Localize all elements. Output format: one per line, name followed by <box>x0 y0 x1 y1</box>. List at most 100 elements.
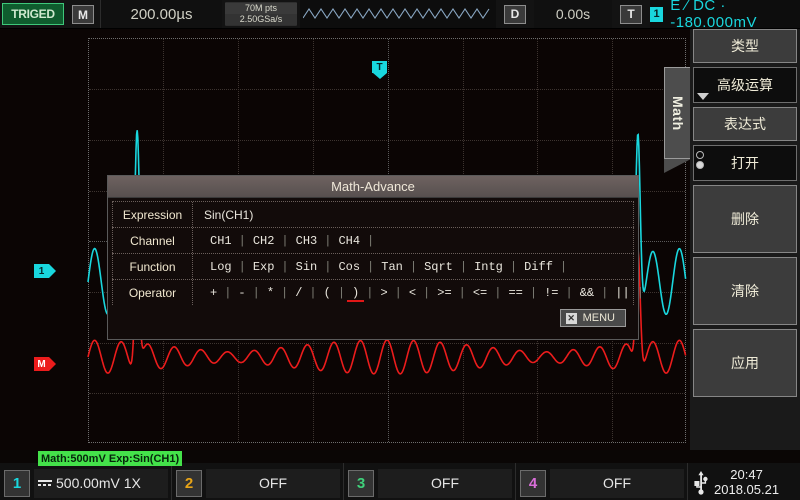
operator-option-x[interactable]: ( <box>318 286 337 300</box>
option-separator: | <box>238 234 247 248</box>
operator-options[interactable]: +|-|*|/|(|)|>|<|>=|<=|==|!=|&&|||| <box>193 280 645 305</box>
operator-option-x[interactable]: ) <box>346 286 365 300</box>
dc-coupling-icon <box>38 479 52 488</box>
channel-2-number[interactable]: 2 <box>176 470 202 497</box>
trigger-source-channel: 1 <box>650 7 663 22</box>
option-separator: | <box>394 286 403 300</box>
softkey-6[interactable]: 清除 <box>693 257 797 325</box>
option-separator: | <box>280 260 289 274</box>
trigger-info-zone[interactable]: 1 E ∕ DC · -180.000mV <box>650 0 800 28</box>
operator-option-xx[interactable]: && <box>574 286 600 300</box>
math-marker-tip <box>49 357 56 371</box>
channel-option-CH2[interactable]: CH2 <box>247 234 281 248</box>
operator-option-x[interactable]: > <box>374 286 393 300</box>
math-side-tab-notch <box>664 159 690 173</box>
channel-1-settings[interactable]: 500.00mV 1X <box>34 469 168 498</box>
function-option-Log[interactable]: Log <box>204 260 238 274</box>
math-position-marker[interactable]: M <box>34 357 56 371</box>
operator-option-xx[interactable]: || <box>609 286 635 300</box>
trigger-badge[interactable]: T <box>620 5 642 24</box>
function-option-Diff[interactable]: Diff <box>518 260 559 274</box>
operator-option-xx[interactable]: != <box>538 286 564 300</box>
trigger-position-marker[interactable]: T <box>372 61 387 79</box>
delay-badge[interactable]: D <box>504 5 526 24</box>
trigger-marker-label: T <box>372 61 387 73</box>
channel-option-CH3[interactable]: CH3 <box>290 234 324 248</box>
option-separator: | <box>280 286 289 300</box>
operator-option-x[interactable]: * <box>261 286 280 300</box>
math-marker-label: M <box>34 357 49 371</box>
operator-option-xx[interactable]: <= <box>467 286 493 300</box>
function-label: Function <box>113 254 193 279</box>
function-option-Intg[interactable]: Intg <box>468 260 509 274</box>
option-separator: | <box>422 286 431 300</box>
channel-3-number[interactable]: 3 <box>348 470 374 497</box>
waveform-display-area[interactable]: 1 M T Math Math-Advance Expression Sin(C… <box>0 29 690 450</box>
operator-option-xx[interactable]: >= <box>431 286 457 300</box>
channel-1-slot[interactable]: 1 500.00mV 1X <box>0 463 172 500</box>
function-option-Sin[interactable]: Sin <box>290 260 324 274</box>
softkey-5[interactable]: 删除 <box>693 185 797 253</box>
channel-option-CH1[interactable]: CH1 <box>204 234 238 248</box>
operator-option-x[interactable]: + <box>204 286 223 300</box>
function-option-Tan[interactable]: Tan <box>375 260 409 274</box>
function-options[interactable]: Log|Exp|Sin|Cos|Tan|Sqrt|Intg|Diff| <box>193 254 633 279</box>
channel-2-settings[interactable]: OFF <box>206 469 340 498</box>
function-option-Cos[interactable]: Cos <box>332 260 366 274</box>
close-icon: ✕ <box>566 313 577 324</box>
softkey-7[interactable]: 应用 <box>693 329 797 397</box>
dialog-row-channel: Channel CH1|CH2|CH3|CH4| <box>112 227 634 253</box>
main-timebase-badge[interactable]: M <box>72 5 94 24</box>
math-side-tab[interactable]: Math <box>664 67 690 159</box>
option-separator: | <box>636 286 645 300</box>
option-separator: | <box>366 260 375 274</box>
function-option-Exp[interactable]: Exp <box>247 260 281 274</box>
math-advance-dialog[interactable]: Math-Advance Expression Sin(CH1) Channel… <box>107 175 639 340</box>
chevron-down-icon <box>697 93 709 100</box>
channel-4-number[interactable]: 4 <box>520 470 546 497</box>
softkey-3[interactable]: 表达式 <box>693 107 797 141</box>
channel-4-settings[interactable]: OFF <box>550 469 684 498</box>
channel-3-settings[interactable]: OFF <box>378 469 512 498</box>
timebase-value[interactable]: 200.00µs <box>100 0 222 28</box>
channel-2-slot[interactable]: 2 OFF <box>172 463 344 500</box>
channel-1-scale: 500.00mV 1X <box>56 475 141 491</box>
operator-option-x[interactable]: / <box>289 286 308 300</box>
option-separator: | <box>323 260 332 274</box>
ch1-marker-tip <box>49 264 56 278</box>
ch1-position-marker[interactable]: 1 <box>34 264 56 278</box>
option-separator: | <box>238 260 247 274</box>
option-separator: | <box>493 286 502 300</box>
operator-option-x[interactable]: < <box>403 286 422 300</box>
math-side-tab-label: Math <box>670 96 686 131</box>
channel-4-slot[interactable]: 4 OFF <box>516 463 688 500</box>
option-separator: | <box>529 286 538 300</box>
channel-1-number[interactable]: 1 <box>4 470 30 497</box>
option-separator: | <box>308 286 317 300</box>
option-separator: | <box>509 260 518 274</box>
function-option-Sqrt[interactable]: Sqrt <box>418 260 459 274</box>
softkey-2[interactable]: 高级运算 <box>693 67 797 103</box>
softkey-7-label: 应用 <box>731 353 759 373</box>
sawtooth-icon <box>303 4 493 24</box>
waveform-preview <box>300 0 496 28</box>
softkey-1[interactable]: 类型 <box>693 29 797 63</box>
option-separator: | <box>252 286 261 300</box>
operator-option-xx[interactable]: == <box>502 286 528 300</box>
trigger-status-badge[interactable]: TRIGED <box>2 3 64 25</box>
menu-button[interactable]: ✕ MENU <box>560 309 626 327</box>
softkey-4[interactable]: 打开 <box>693 145 797 181</box>
option-separator: | <box>458 286 467 300</box>
option-separator: | <box>366 234 375 248</box>
operator-option-x[interactable]: - <box>232 286 251 300</box>
softkey-4-label: 打开 <box>731 153 759 173</box>
dialog-body: Expression Sin(CH1) Channel CH1|CH2|CH3|… <box>108 198 638 331</box>
channel-option-CH4[interactable]: CH4 <box>332 234 366 248</box>
delay-value[interactable]: 0.00s <box>534 0 612 28</box>
channel-3-slot[interactable]: 3 OFF <box>344 463 516 500</box>
option-separator: | <box>600 286 609 300</box>
memory-depth-value: 70M pts <box>225 3 297 14</box>
expression-value[interactable]: Sin(CH1) <box>193 202 633 227</box>
channel-options[interactable]: CH1|CH2|CH3|CH4| <box>193 228 633 253</box>
expression-label: Expression <box>113 202 193 227</box>
